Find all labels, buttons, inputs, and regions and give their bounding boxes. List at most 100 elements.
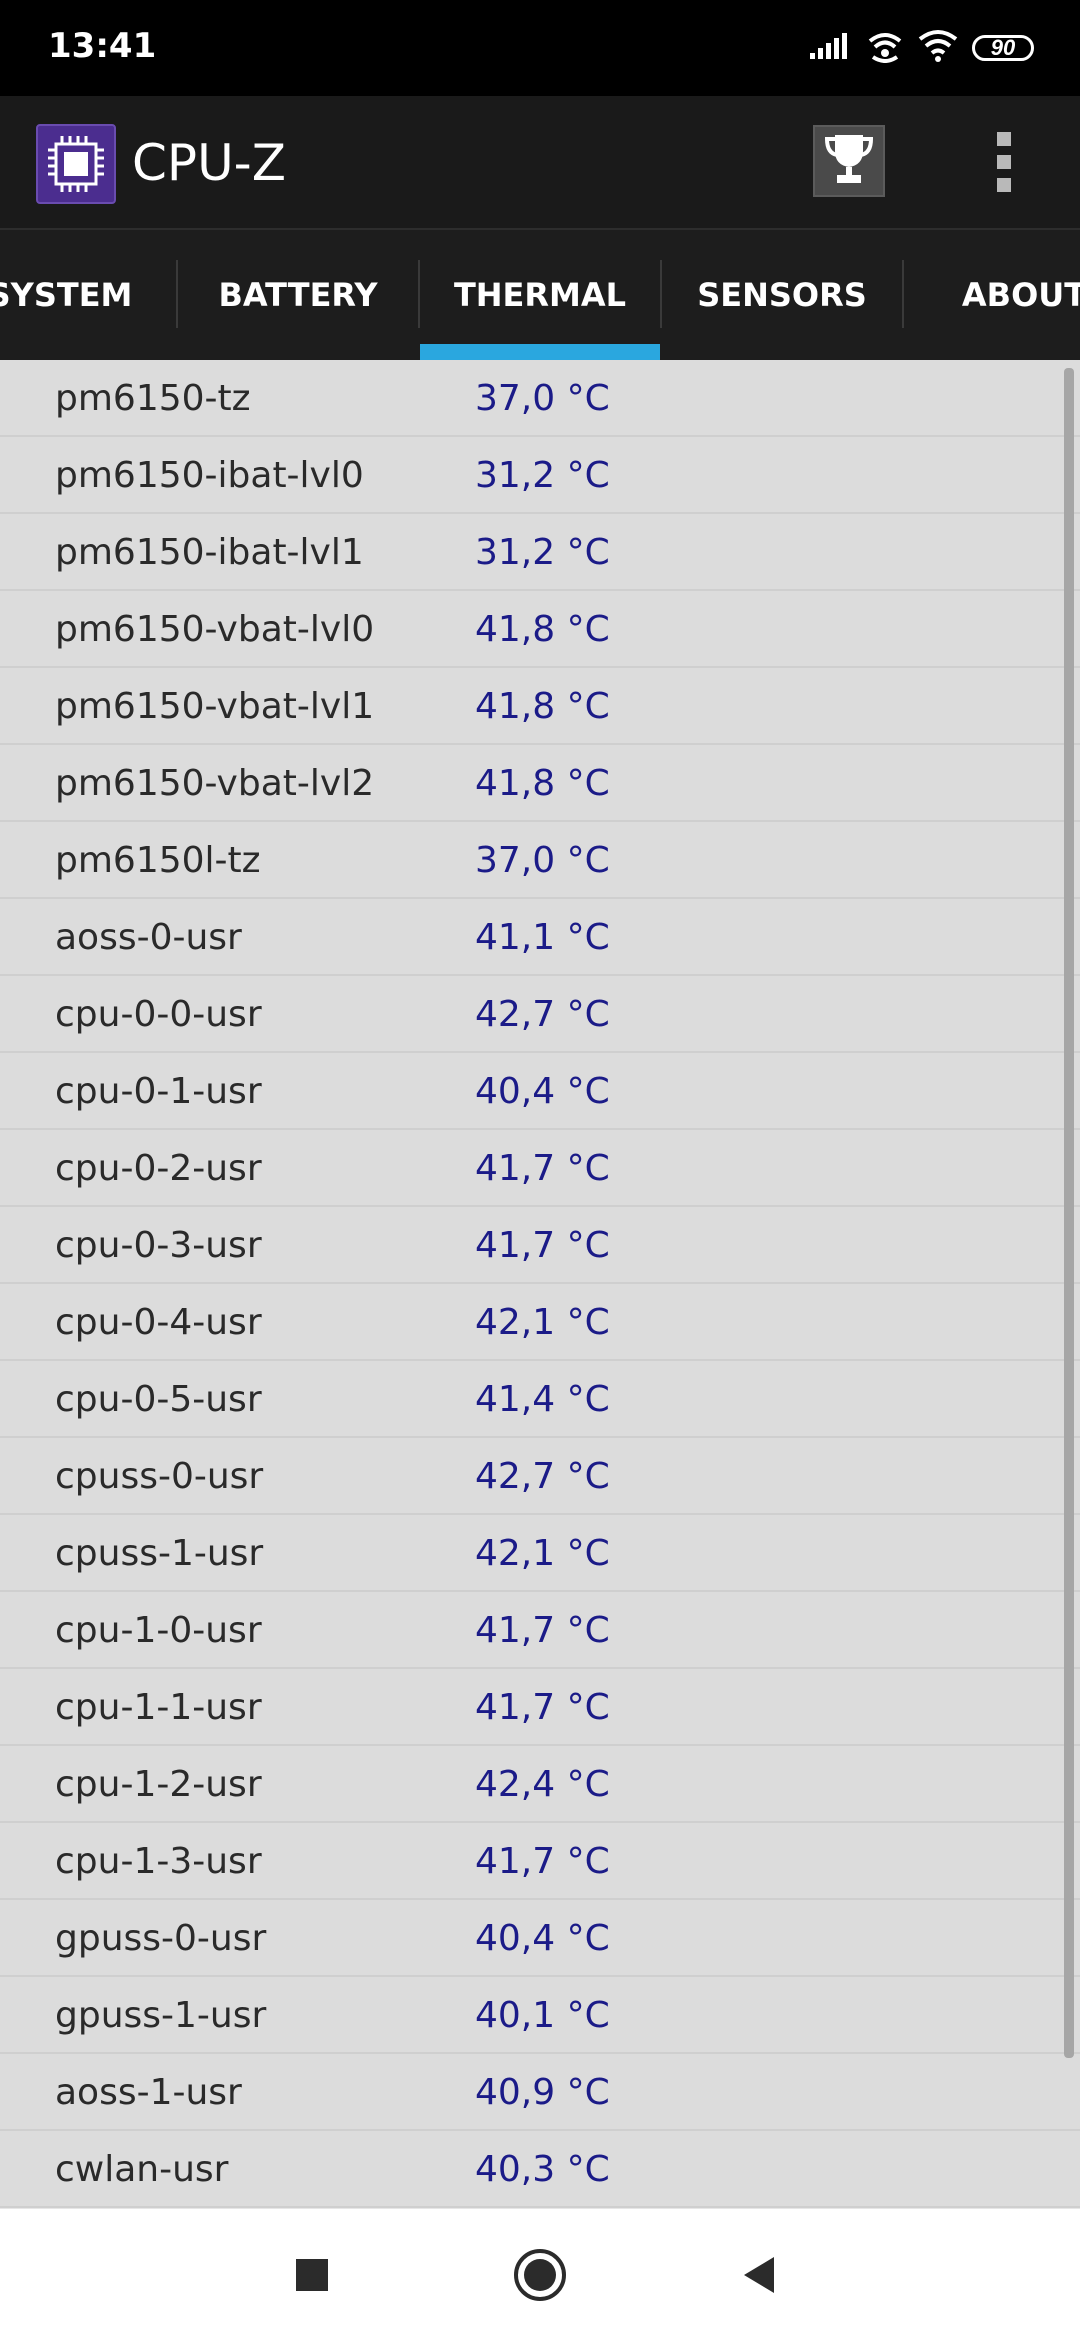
thermal-row: cpu-1-3-usr 41,7 °C [0,1823,1080,1900]
status-time: 13:41 [48,26,157,66]
sensor-temperature: 41,1 °C [475,917,610,958]
thermal-row: cpuss-1-usr 42,1 °C [0,1515,1080,1592]
sensor-temperature: 42,1 °C [475,1302,610,1343]
thermal-list[interactable]: cwlan-usr 40,3 °C aoss-1-usr 40,9 °C gpuss-1… [0,360,1080,2208]
cpu-z-logo-icon [36,124,116,204]
sensor-temperature: 42,4 °C [475,1764,610,1805]
overflow-menu-button[interactable] [980,132,1028,192]
thermal-row: cpu-0-5-usr 41,4 °C [0,1361,1080,1438]
sensor-temperature: 41,4 °C [475,1379,610,1420]
overflow-menu-icon [997,132,1011,146]
sensor-name: cpu-0-2-usr [55,1148,262,1189]
sensor-name: pm6150-ibat-lvl0 [55,455,364,496]
tab-bar: SYSTEM BATTERY THERMAL SENSORS ABOUT [0,228,1080,360]
sensor-name: gpuss-0-usr [55,1918,267,1959]
sensor-temperature: 41,7 °C [475,1148,610,1189]
overflow-menu-dot [997,155,1011,169]
sensor-name: cpu-1-2-usr [55,1764,262,1805]
sensor-name: cpuss-0-usr [55,1456,264,1497]
sensor-temperature: 41,7 °C [475,1841,610,1882]
active-tab-indicator [420,344,660,360]
thermal-row: cpu-0-4-usr 42,1 °C [0,1284,1080,1361]
app-bar: CPU-Z [0,96,1080,228]
trophy-button[interactable] [813,125,885,197]
sensor-name: cpu-0-1-usr [55,1071,262,1112]
sensor-temperature: 41,8 °C [475,686,610,727]
home-button[interactable] [508,2245,572,2309]
sensor-temperature: 40,3 °C [475,2149,610,2190]
tab-system[interactable]: SYSTEM [0,230,180,360]
sensor-temperature: 41,8 °C [475,763,610,804]
sensor-temperature: 41,7 °C [475,1610,610,1651]
thermal-row: pm6150-tz 37,0 °C [0,360,1080,437]
thermal-row: cwlan-usr 40,3 °C [0,2131,1080,2208]
thermal-row: pm6150-vbat-lvl1 41,8 °C [0,668,1080,745]
thermal-row: pm6150-ibat-lvl1 31,2 °C [0,514,1080,591]
hotspot-icon [866,29,904,68]
sensor-temperature: 40,1 °C [475,1995,610,2036]
sensor-name: cpu-1-1-usr [55,1687,262,1728]
thermal-row: cpu-1-0-usr 41,7 °C [0,1592,1080,1669]
sensor-temperature: 40,9 °C [475,2072,610,2113]
sensor-name: aoss-0-usr [55,917,242,958]
thermal-row: pm6150l-tz 37,0 °C [0,822,1080,899]
sensor-temperature: 41,7 °C [475,1225,610,1266]
tab-battery[interactable]: BATTERY [178,230,418,360]
thermal-row: pm6150-ibat-lvl0 31,2 °C [0,437,1080,514]
status-bar: 13:41 90 [0,0,1080,96]
sensor-name: cpuss-1-usr [55,1533,264,1574]
sensor-name: pm6150-tz [55,378,251,419]
sensor-name: cpu-0-3-usr [55,1225,262,1266]
sensor-name: cpu-0-0-usr [55,994,262,1035]
sensor-name: cpu-0-4-usr [55,1302,262,1343]
sensor-temperature: 41,7 °C [475,1687,610,1728]
battery-icon: 90 [972,35,1034,61]
sensor-temperature: 42,7 °C [475,1456,610,1497]
sensor-temperature: 31,2 °C [475,532,610,573]
thermal-row: cpu-1-2-usr 42,4 °C [0,1746,1080,1823]
tab-sensors[interactable]: SENSORS [662,230,902,360]
sensor-name: aoss-1-usr [55,2072,242,2113]
thermal-row: cpu-0-1-usr 40,4 °C [0,1053,1080,1130]
sensor-name: cpu-0-5-usr [55,1379,262,1420]
thermal-row: cpu-0-2-usr 41,7 °C [0,1130,1080,1207]
thermal-row: aoss-0-usr 41,1 °C [0,899,1080,976]
sensor-name: pm6150-vbat-lvl2 [55,763,375,804]
sensor-temperature: 41,8 °C [475,609,610,650]
home-circle-icon [512,2247,568,2308]
trophy-icon [823,131,875,192]
back-button[interactable] [728,2245,792,2309]
sensor-name: pm6150-ibat-lvl1 [55,532,364,573]
thermal-row: pm6150-vbat-lvl2 41,8 °C [0,745,1080,822]
back-triangle-icon [740,2255,780,2300]
thermal-row: gpuss-1-usr 40,1 °C [0,1977,1080,2054]
app-title: CPU-Z [132,134,286,192]
tab-thermal[interactable]: THERMAL [420,230,660,360]
wifi-icon [918,29,958,68]
sensor-temperature: 40,4 °C [475,1918,610,1959]
status-icons: 90 [808,26,1034,70]
thermal-row: cpu-0-3-usr 41,7 °C [0,1207,1080,1284]
navigation-bar [0,2208,1080,2340]
sensor-temperature: 37,0 °C [475,378,610,419]
sensor-temperature: 40,4 °C [475,1071,610,1112]
thermal-row: cpu-1-1-usr 41,7 °C [0,1669,1080,1746]
thermal-row: aoss-1-usr 40,9 °C [0,2054,1080,2131]
sensor-name: pm6150-vbat-lvl0 [55,609,375,650]
overflow-menu-dot [997,178,1011,192]
recents-square-icon [294,2257,330,2298]
scrollbar[interactable] [1064,368,1074,2058]
thermal-row: cpu-0-0-usr 42,7 °C [0,976,1080,1053]
sensor-temperature: 42,7 °C [475,994,610,1035]
sensor-temperature: 31,2 °C [475,455,610,496]
sensor-name: cwlan-usr [55,2149,229,2190]
signal-icon [808,31,852,66]
tab-about[interactable]: ABOUT [904,230,1080,360]
sensor-temperature: 37,0 °C [475,840,610,881]
sensor-name: pm6150l-tz [55,840,261,881]
thermal-row: gpuss-0-usr 40,4 °C [0,1900,1080,1977]
sensor-temperature: 42,1 °C [475,1533,610,1574]
thermal-row: cpuss-0-usr 42,7 °C [0,1438,1080,1515]
recents-button[interactable] [280,2245,344,2309]
thermal-row: pm6150-vbat-lvl0 41,8 °C [0,591,1080,668]
